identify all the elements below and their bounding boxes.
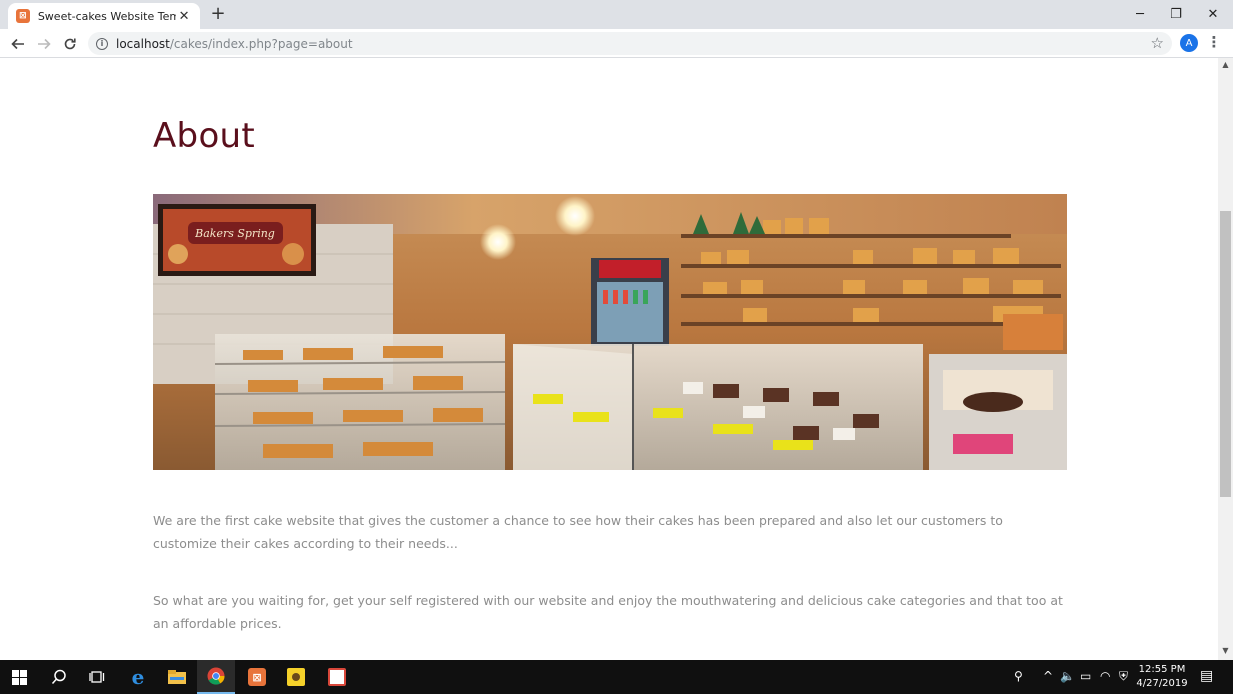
browser-menu-icon[interactable]: ⋮ [1206, 33, 1222, 53]
tray-chevron-icon[interactable]: ^ [1043, 669, 1053, 683]
close-window-button[interactable]: ✕ [1195, 0, 1231, 29]
windows-taskbar: e ⊠ ⚲ ^ 🔈 ▭ ◠ ⛨ 12:55 PM 4/27/2019 ▤ [0, 660, 1233, 694]
about-paragraph-2: So what are you waiting for, get your se… [153, 593, 1063, 631]
page-viewport: About Bakers Spring We are the first cak… [0, 58, 1218, 660]
scroll-down-arrow-icon[interactable]: ▼ [1218, 646, 1233, 658]
calendar-app-icon[interactable] [318, 660, 356, 694]
about-paragraph-1: We are the first cake website that gives… [153, 513, 1003, 551]
security-shield-icon[interactable]: ⛨ [1119, 669, 1128, 684]
xampp-icon[interactable]: ⊠ [238, 660, 276, 694]
volume-icon[interactable]: 🔈 [1060, 669, 1075, 683]
browser-tab[interactable]: ⊠ Sweet-cakes Website Template | ✕ [8, 3, 200, 29]
xampp-favicon-icon: ⊠ [16, 9, 30, 23]
forward-icon[interactable] [33, 33, 55, 55]
wifi-icon[interactable]: ◠ [1100, 669, 1110, 683]
minimize-button[interactable]: ─ [1122, 0, 1158, 29]
task-view-icon[interactable] [78, 660, 116, 694]
restore-button[interactable]: ❐ [1158, 0, 1194, 29]
page-title: About [153, 116, 256, 156]
tab-title: Sweet-cakes Website Template | [37, 9, 177, 23]
url-path: /cakes/index.php?page=about [169, 36, 353, 51]
url-host: localhost [116, 36, 170, 51]
tab-close-icon[interactable]: ✕ [176, 9, 192, 24]
people-icon[interactable]: ⚲ [1014, 669, 1023, 683]
scroll-up-arrow-icon[interactable]: ▲ [1218, 60, 1233, 72]
reload-icon[interactable] [59, 33, 81, 55]
scroll-thumb[interactable] [1220, 211, 1231, 497]
address-bar[interactable]: i localhost/cakes/index.php?page=about ☆ [88, 32, 1172, 55]
file-explorer-icon[interactable] [158, 660, 196, 694]
tab-bar: ⊠ Sweet-cakes Website Template | ✕ + ─ ❐… [0, 0, 1233, 29]
chrome-icon[interactable] [197, 660, 235, 694]
notifications-icon[interactable]: ▤ [1200, 668, 1213, 684]
edge-browser-icon[interactable]: e [119, 660, 157, 694]
battery-icon[interactable]: ▭ [1080, 669, 1091, 683]
windows-start-icon[interactable] [0, 660, 38, 694]
sign-text: Bakers Spring [194, 227, 275, 240]
system-clock[interactable]: 12:55 PM 4/27/2019 [1136, 663, 1188, 691]
browser-toolbar: i localhost/cakes/index.php?page=about ☆… [0, 29, 1233, 58]
back-icon[interactable] [7, 33, 29, 55]
clock-date: 4/27/2019 [1136, 678, 1188, 689]
site-info-icon[interactable]: i [96, 37, 108, 50]
new-tab-button[interactable]: + [208, 4, 228, 24]
page-scrollbar[interactable]: ▲ ▼ [1218, 58, 1233, 660]
clock-time: 12:55 PM [1138, 664, 1186, 675]
sticky-app-icon[interactable] [277, 660, 315, 694]
search-icon[interactable] [40, 660, 78, 694]
profile-avatar[interactable]: A [1180, 34, 1198, 52]
bookmark-star-icon[interactable]: ☆ [1151, 34, 1164, 52]
bakery-interior-image: Bakers Spring [153, 194, 1067, 470]
